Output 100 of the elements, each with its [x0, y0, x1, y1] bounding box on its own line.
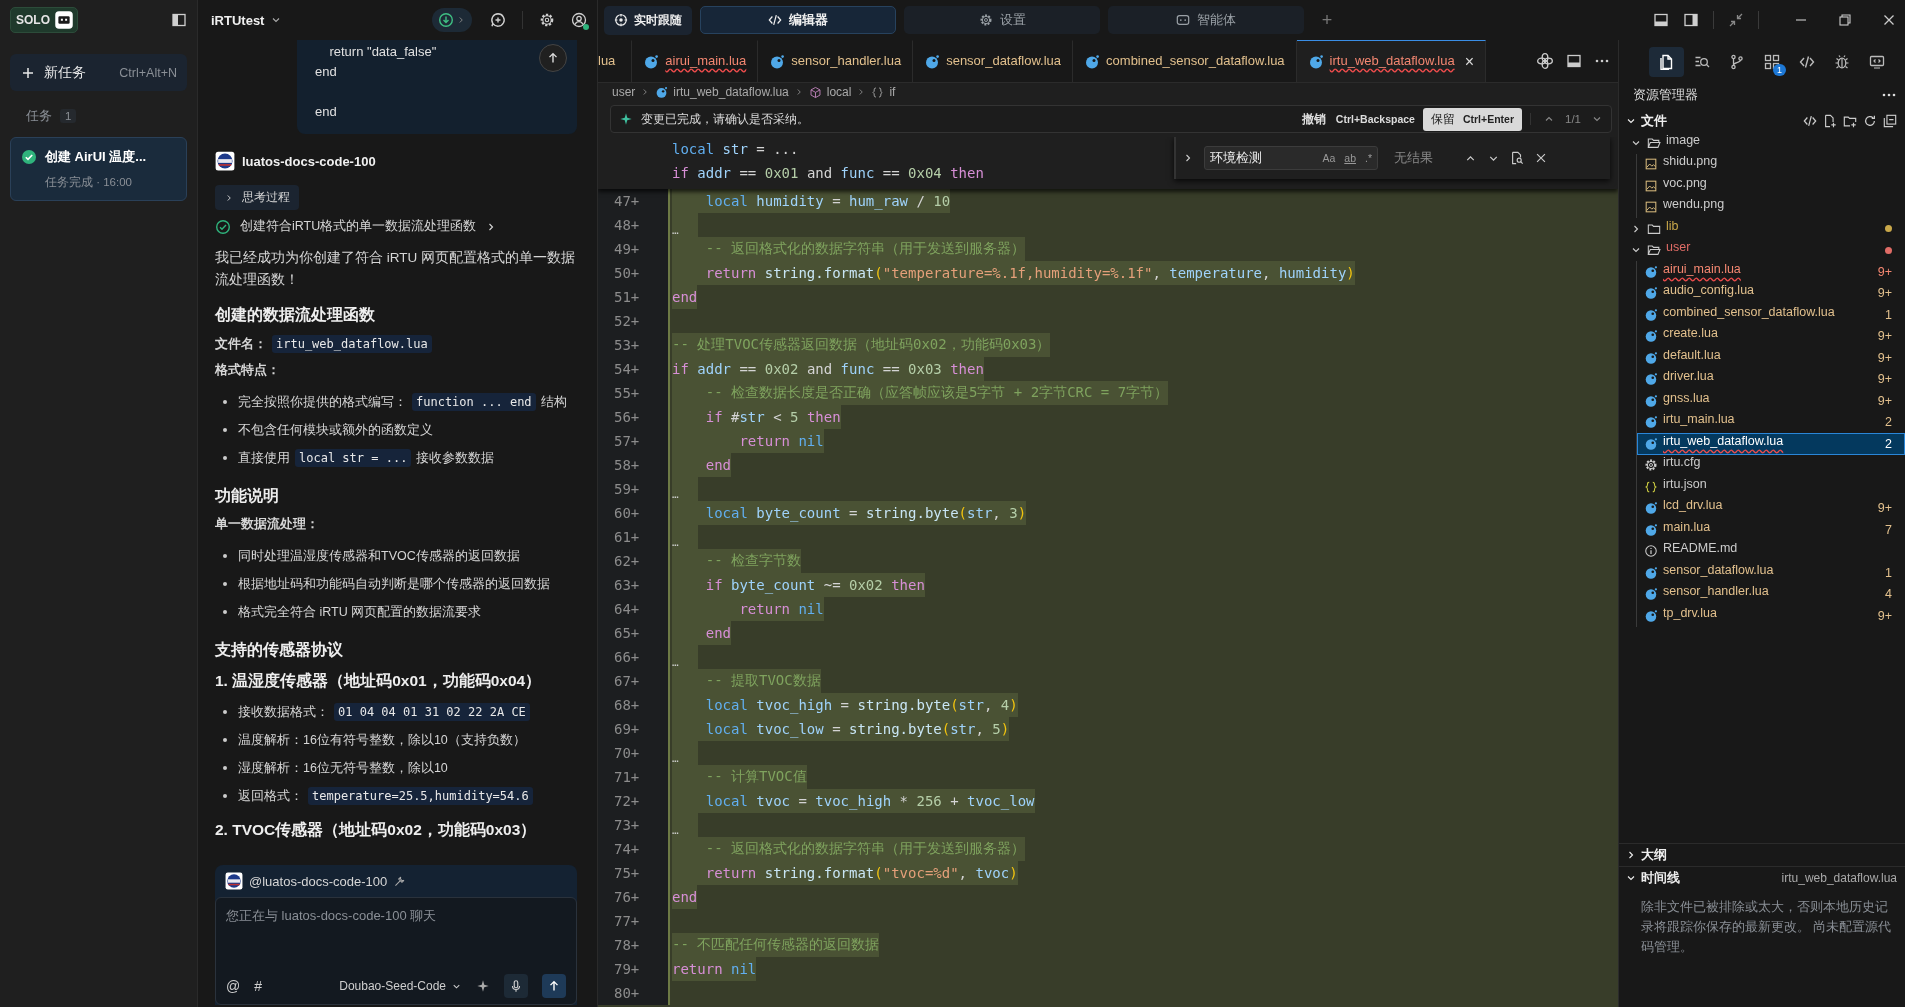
- thinking-toggle[interactable]: 思考过程: [215, 185, 299, 210]
- fold-marker: …: [672, 645, 699, 669]
- project-name[interactable]: iRTUtest: [211, 12, 265, 28]
- breadcrumb-item[interactable]: user: [612, 85, 636, 99]
- problem-count: 9+: [1877, 286, 1892, 301]
- agent-name: luatos-docs-code-100: [242, 153, 376, 169]
- list-item: 温度解析：16位有符号整数，除以10（支持负数）: [215, 726, 577, 754]
- section-heading: 功能说明: [215, 486, 280, 506]
- message-paragraph: 我已经成功为你创建了符合 iRTU 网页配置格式的单一数据流处理函数！: [215, 249, 576, 289]
- folder-item[interactable]: lib: [1619, 218, 1905, 240]
- new-task-button[interactable]: 新任务 Ctrl+Alt+N: [10, 54, 187, 91]
- problem-count: 9+: [1877, 329, 1892, 344]
- problem-count: 1: [1885, 565, 1892, 580]
- find-option[interactable]: .*: [1365, 152, 1372, 164]
- subsection-heading: 1. 温湿度传感器（地址码0x01，功能码0x04）: [215, 671, 543, 691]
- subsection-heading: 2. TVOC传感器（地址码0x02，功能码0x03）: [215, 820, 538, 840]
- file-item[interactable]: driver.lua 9+: [1637, 368, 1905, 390]
- line-number: 47+: [598, 189, 668, 213]
- close-tab-button[interactable]: ×: [1464, 52, 1474, 71]
- file-item[interactable]: airui_main.lua 9+: [1637, 261, 1905, 283]
- problem-count: 2: [1885, 415, 1892, 430]
- inline-code: 01 04 04 01 31 02 22 2A CE: [334, 703, 530, 721]
- file-item[interactable]: gnss.lua 9+: [1637, 390, 1905, 412]
- section-header[interactable]: 大纲: [1641, 846, 1667, 864]
- problem-count: 9+: [1877, 501, 1892, 516]
- list-item: 根据地址码和功能码自动判断是哪个传感器的返回数据: [215, 570, 577, 598]
- step-title[interactable]: 创建符合iRTU格式的单一数据流处理函数: [240, 218, 477, 235]
- reject-button[interactable]: 撤销 Ctrl+Backspace: [1301, 110, 1415, 128]
- line-number: 61+: [598, 525, 668, 549]
- file-item[interactable]: README.md: [1637, 540, 1905, 562]
- accept-button[interactable]: 保留 Ctrl+Enter: [1422, 107, 1522, 131]
- view-tab[interactable]: 设置: [904, 6, 1100, 34]
- line-number: 76+: [598, 885, 668, 909]
- fold-marker: …: [672, 813, 699, 837]
- model-selector[interactable]: Doubao-Seed-Code: [339, 979, 462, 993]
- file-tab[interactable]: sensor_handler.lua: [758, 40, 914, 82]
- file-tab[interactable]: airui_main.lua: [632, 40, 759, 82]
- fold-marker: …: [672, 477, 699, 501]
- view-tab[interactable]: 编辑器: [700, 6, 896, 34]
- list-item: 接收数据格式：: [238, 703, 329, 721]
- agent-mention: @luatos-docs-code-100: [249, 873, 388, 889]
- file-item[interactable]: irtu_web_dataflow.lua 2: [1637, 433, 1905, 455]
- chat-input[interactable]: 您正在与 luatos-docs-code-100 聊天: [226, 908, 566, 923]
- file-item[interactable]: sensor_dataflow.lua 1: [1637, 562, 1905, 584]
- count-badge: 1: [1773, 64, 1786, 76]
- folder-item[interactable]: user: [1619, 239, 1905, 261]
- line-number: 80+: [598, 981, 668, 1005]
- problem-count: 2: [1885, 436, 1892, 451]
- extensions-tab[interactable]: 1: [1754, 47, 1789, 77]
- follow-button[interactable]: 实时跟随: [604, 5, 692, 35]
- line-number: 78+: [598, 933, 668, 957]
- breadcrumb-item[interactable]: irtu_web_dataflow.lua: [673, 85, 789, 99]
- breadcrumb-item[interactable]: local: [826, 85, 852, 99]
- timeline-file: irtu_web_dataflow.lua: [1781, 871, 1897, 885]
- find-field[interactable]: 环境检测 Aa ab .*: [1204, 146, 1378, 170]
- field-label: 文件名：: [215, 335, 267, 353]
- find-option[interactable]: ab: [1344, 152, 1356, 164]
- code-line: end: [315, 64, 337, 79]
- folder-item[interactable]: image: [1619, 132, 1905, 154]
- view-tab[interactable]: 智能体: [1108, 6, 1304, 34]
- file-item[interactable]: default.lua 9+: [1637, 347, 1905, 369]
- add-tab-button[interactable]: +: [1312, 9, 1342, 31]
- line-number: 51+: [598, 285, 668, 309]
- file-item[interactable]: voc.png: [1637, 175, 1905, 197]
- file-item[interactable]: combined_sensor_dataflow.lua 1: [1637, 304, 1905, 326]
- mention-button[interactable]: @: [226, 978, 241, 994]
- file-item[interactable]: sensor_handler.lua 4: [1637, 583, 1905, 605]
- file-tab[interactable]: lua: [598, 40, 633, 82]
- list-item: 不包含任何模块或额外的函数定义: [215, 416, 577, 444]
- file-tab[interactable]: combined_sensor_dataflow.lua: [1073, 40, 1297, 82]
- file-item[interactable]: audio_config.lua 9+: [1637, 282, 1905, 304]
- file-item[interactable]: irtu.json: [1637, 476, 1905, 498]
- list-item: 完全按照你提供的格式编写：: [238, 393, 407, 411]
- file-item[interactable]: shidu.png: [1637, 153, 1905, 175]
- section-header[interactable]: 时间线: [1641, 869, 1680, 887]
- file-item[interactable]: irtu.cfg: [1637, 454, 1905, 476]
- file-tab[interactable]: irtu_web_dataflow.lua ×: [1296, 40, 1486, 82]
- list-item: 格式完全符合 iRTU 网页配置的数据流要求: [215, 598, 577, 626]
- reference-button[interactable]: #: [254, 978, 262, 994]
- line-number: 63+: [598, 573, 668, 597]
- find-option[interactable]: Aa: [1322, 152, 1336, 164]
- file-item[interactable]: lcd_drv.lua 9+: [1637, 497, 1905, 519]
- diff-message: 变更已完成，请确认是否采纳。: [641, 110, 809, 128]
- line-number: 70+: [598, 741, 668, 765]
- file-item[interactable]: irtu_main.lua 2: [1637, 411, 1905, 433]
- section-header[interactable]: 文件: [1641, 112, 1667, 130]
- file-item[interactable]: create.lua 9+: [1637, 325, 1905, 347]
- line-number: 50+: [598, 261, 668, 285]
- line-number: 71+: [598, 765, 668, 789]
- task-item[interactable]: 创建 AirUI 温度... 任务完成 · 16:00: [10, 137, 187, 201]
- file-tab[interactable]: sensor_dataflow.lua: [913, 40, 1074, 82]
- file-item[interactable]: tp_drv.lua 9+: [1637, 605, 1905, 627]
- line-number: 74+: [598, 837, 668, 861]
- line-number: 64+: [598, 597, 668, 621]
- line-number: 57+: [598, 429, 668, 453]
- file-item[interactable]: main.lua 7: [1637, 519, 1905, 541]
- file-item[interactable]: wendu.png: [1637, 196, 1905, 218]
- code-line: if addr == 0x01 and func == 0x04 then: [672, 165, 984, 181]
- breadcrumb-item[interactable]: if: [889, 85, 896, 99]
- line-number: 62+: [598, 549, 668, 573]
